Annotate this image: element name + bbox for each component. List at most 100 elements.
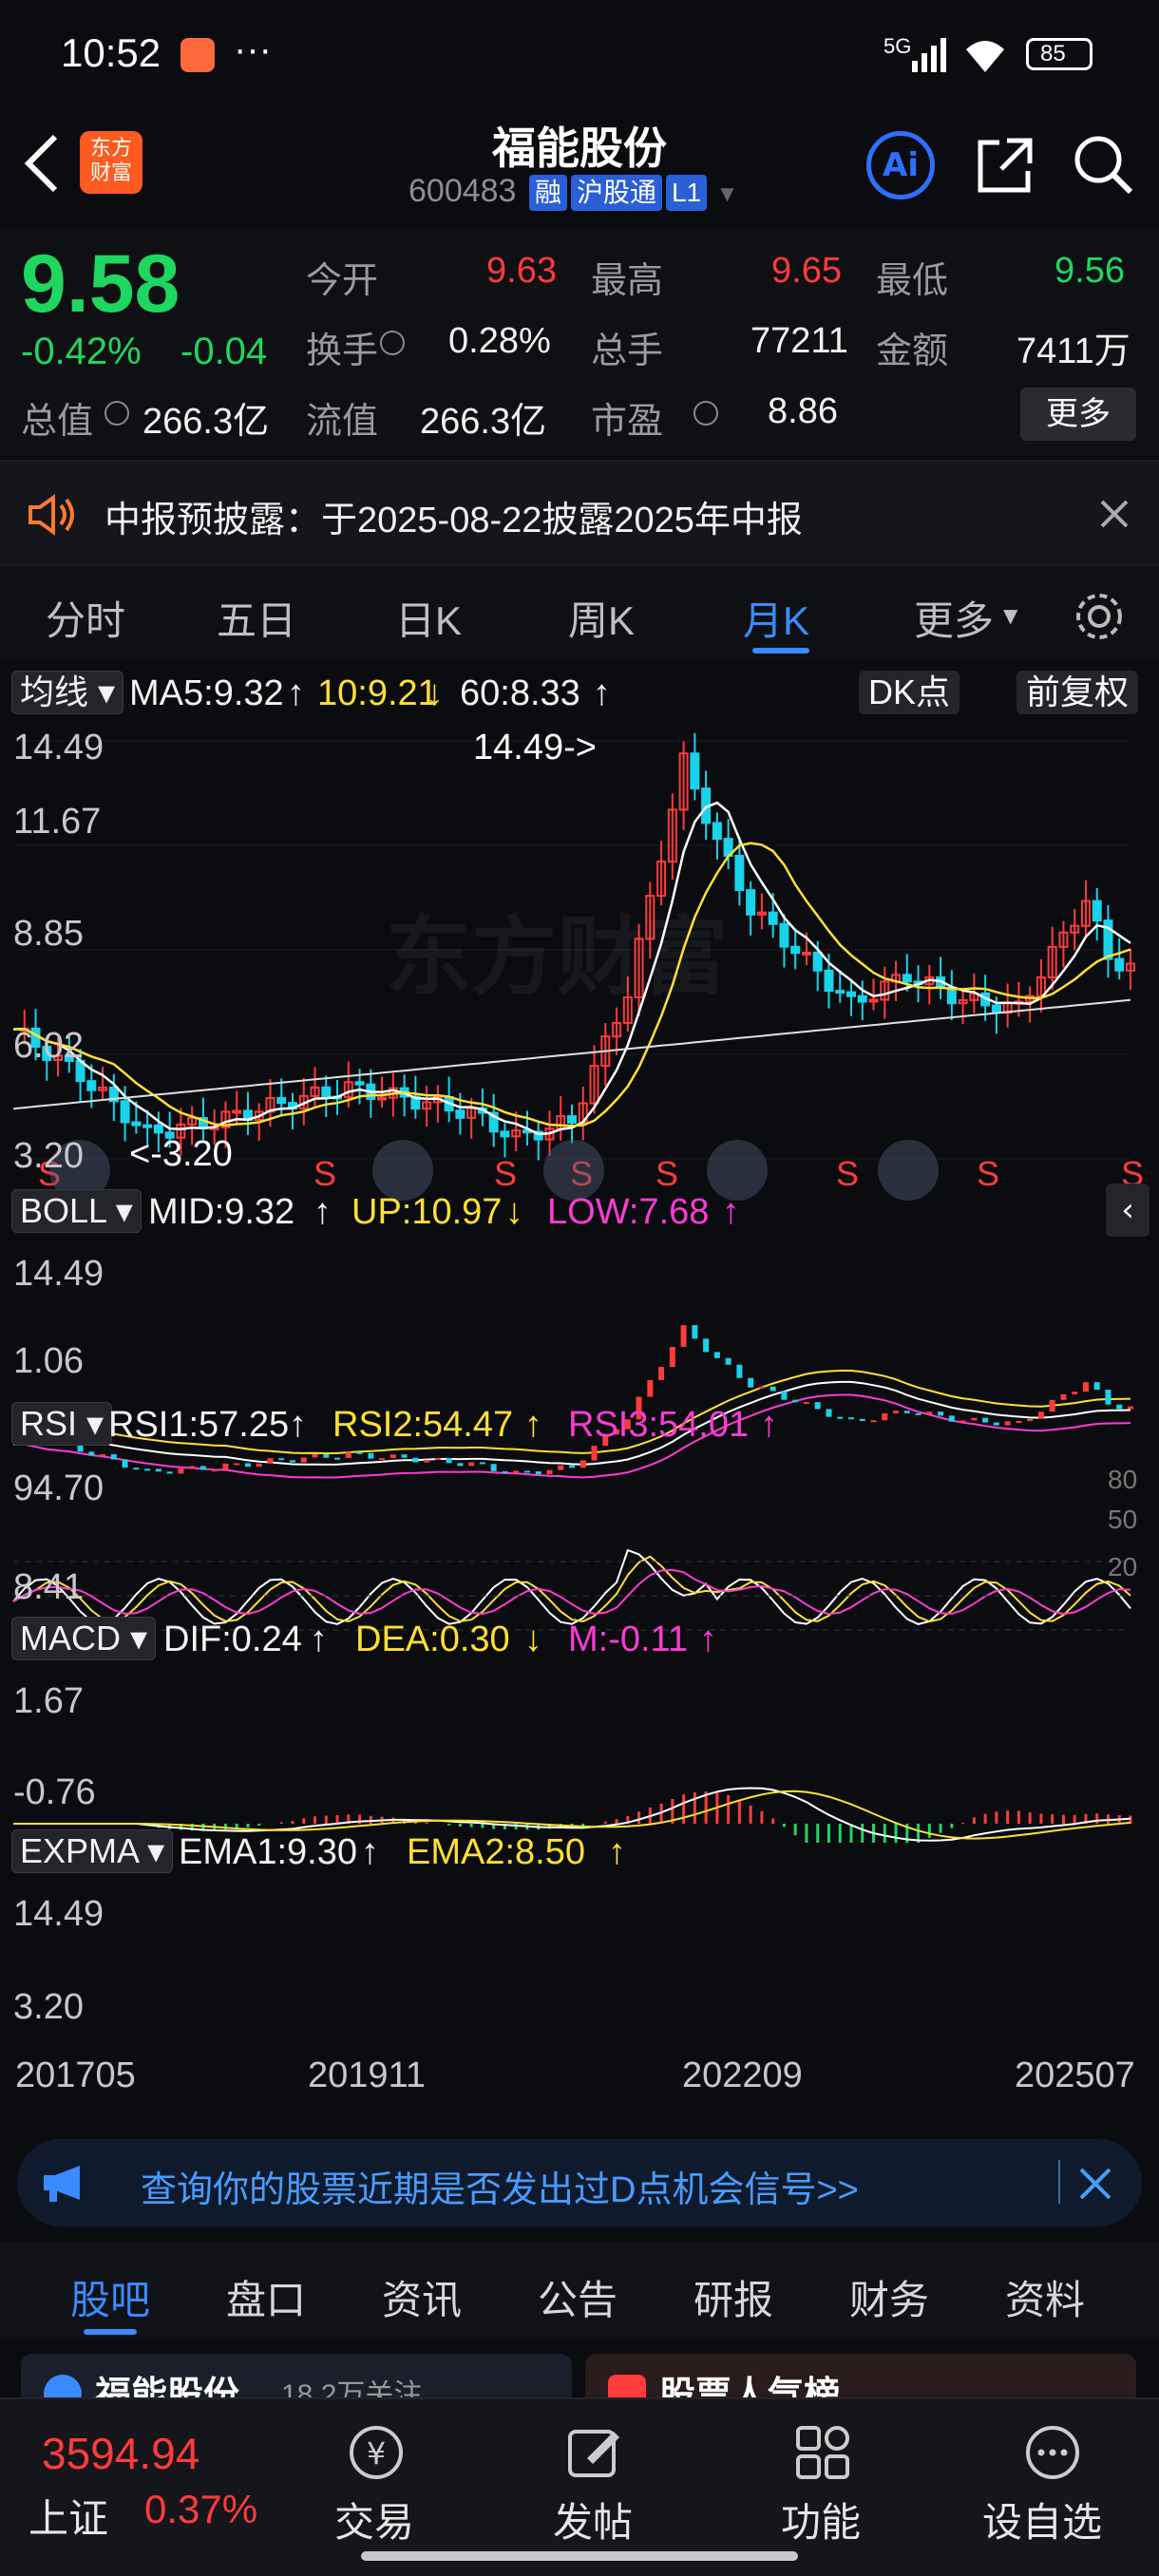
index-value: 3594.94 (42, 2429, 200, 2478)
float-cap-label: 流值 (306, 402, 379, 442)
add-watchlist-button[interactable]: 设自选 (982, 2415, 1125, 2557)
expma-selector[interactable]: EXPMA ▾ (11, 1829, 174, 1873)
close-icon[interactable] (1100, 500, 1129, 528)
notification-app-icon (180, 38, 215, 72)
macd-selector[interactable]: MACD ▾ (11, 1617, 157, 1660)
up-arrow: ↑ (287, 673, 305, 713)
boll-candle (323, 1453, 330, 1458)
share-icon[interactable] (975, 135, 1036, 196)
boll-candle (1093, 1382, 1100, 1391)
boll-candle (100, 1454, 106, 1457)
boll-candle (658, 1367, 665, 1381)
candle (768, 911, 778, 925)
boll-candle (580, 1460, 586, 1468)
adjust-button[interactable]: 前复权 (1016, 671, 1139, 714)
boll-candle (110, 1454, 117, 1460)
tab-financials[interactable]: 财务 (849, 2268, 929, 2326)
boll-candle (1116, 1404, 1123, 1410)
tab-intraday[interactable]: 分时 (46, 589, 125, 647)
period-tabs: 分时 五日 日K 周K 月K 更多 ▼ (0, 566, 1159, 661)
tab-news[interactable]: 资讯 (382, 2268, 462, 2326)
info-icon[interactable] (380, 331, 405, 355)
dk-point-button[interactable]: DK点 (859, 671, 960, 714)
boll-candle (200, 1466, 206, 1470)
boll-candle (1037, 1411, 1044, 1419)
more-button[interactable]: 更多 (1020, 388, 1136, 441)
boll-candle (938, 1411, 944, 1416)
boll-candle (468, 1462, 475, 1467)
boll-candle (122, 1459, 128, 1468)
boll-candle (993, 1422, 999, 1426)
battery-icon: 85 (1026, 38, 1092, 70)
tab-week-k[interactable]: 周K (568, 589, 635, 647)
low-label: 最低 (876, 261, 949, 301)
rsi-selector[interactable]: RSI ▾ (11, 1402, 113, 1446)
info-tabs: 股吧 盘口 资讯 公告 研报 财务 资料 (0, 2242, 1159, 2340)
rsi3-value: RSI3:54.01 (568, 1405, 750, 1445)
y-tick: 8.85 (13, 914, 84, 954)
tab-month-k[interactable]: 月K (743, 589, 809, 647)
up-arrow: ↑ (524, 1405, 542, 1445)
tab-announcements[interactable]: 公告 (538, 2268, 618, 2326)
boll-candle (725, 1357, 732, 1365)
megaphone-icon (44, 2166, 80, 2202)
low-annotation: <-3.20 (129, 1134, 233, 1174)
trade-button[interactable]: ¥ 交易 (323, 2415, 428, 2557)
turnover-label: 换手 (306, 331, 379, 371)
collapse-panel-icon[interactable]: ‹ (1106, 1184, 1150, 1237)
boll-selector[interactable]: BOLL ▾ (11, 1189, 142, 1233)
pe-label: 市盈 (591, 402, 664, 442)
boll-candle (446, 1457, 452, 1464)
post-button[interactable]: 发帖 (542, 2415, 646, 2557)
up-arrow: ↑ (361, 1832, 379, 1872)
boll-candle (1072, 1392, 1078, 1394)
bottom-bar: 3594.94 上证 0.37% ¥ 交易 发帖 功能 设自选 (0, 2397, 1159, 2576)
tab-more[interactable]: 更多 (914, 589, 994, 647)
settings-gear-icon[interactable] (1072, 589, 1127, 644)
ma-selector-label: 均线 (20, 672, 89, 711)
turnover-value: 0.28% (448, 321, 551, 361)
boll-candle (345, 1451, 352, 1458)
notice-bar[interactable]: 中报预披露：于2025-08-22披露2025年中报 (0, 460, 1159, 566)
candle (812, 951, 823, 972)
signal-icon (912, 38, 946, 72)
active-tab-indicator (752, 648, 809, 653)
ma-selector[interactable]: 均线 ▾ (11, 671, 124, 714)
tab-day-k[interactable]: 日K (395, 589, 462, 647)
ai-assistant-icon[interactable]: Ai (866, 131, 935, 199)
boll-candle (713, 1352, 720, 1358)
boll-candle (155, 1468, 162, 1472)
candle (276, 1097, 287, 1105)
boll-candle (692, 1325, 698, 1339)
active-tab-indicator (84, 2329, 137, 2335)
battery-level: 85 (1040, 41, 1066, 66)
boll-candle (948, 1415, 955, 1422)
x-tick: 201705 (15, 2055, 136, 2095)
info-icon[interactable] (694, 401, 718, 426)
wifi-icon (966, 41, 1004, 72)
tab-profile[interactable]: 资料 (1005, 2268, 1085, 2326)
close-icon[interactable] (1079, 2168, 1112, 2200)
tab-research[interactable]: 研报 (694, 2268, 773, 2326)
features-button[interactable]: 功能 (770, 2415, 874, 2557)
dropdown-icon: ▼ (1003, 604, 1018, 627)
search-icon[interactable] (1072, 133, 1134, 196)
y-tick: 14.49 (13, 1254, 104, 1294)
x-tick: 201911 (308, 2055, 426, 2095)
boll-candle (1082, 1382, 1089, 1392)
speaker-icon (28, 494, 74, 536)
candle (455, 1109, 466, 1119)
candle (690, 752, 700, 790)
y-tick: 3.20 (13, 1987, 84, 2027)
tab-forum[interactable]: 股吧 (70, 2268, 150, 2326)
boll-candle (88, 1451, 95, 1456)
boll-candle (569, 1465, 575, 1468)
trade-label: 交易 (334, 2500, 415, 2545)
d-point-banner[interactable]: 查询你的股票近期是否发出过D点机会信号>> (17, 2139, 1142, 2226)
boll-candle (178, 1468, 184, 1474)
tag-margin: 融 (528, 175, 567, 211)
tab-orderbook[interactable]: 盘口 (226, 2268, 306, 2326)
info-icon[interactable] (104, 401, 129, 426)
tab-five-day[interactable]: 五日 (217, 589, 296, 647)
chevron-down-icon[interactable]: ▼ (716, 181, 739, 207)
